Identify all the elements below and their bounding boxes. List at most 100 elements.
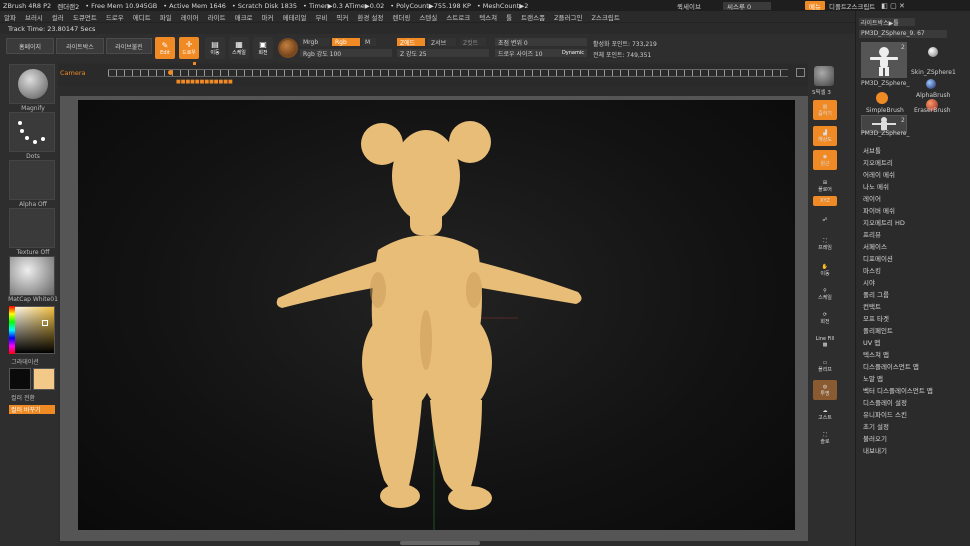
zcut-button[interactable]: Z컷트 — [460, 38, 486, 47]
secondary-color-swatch[interactable] — [33, 368, 55, 390]
line-fill-button[interactable]: Line Fill ▩ — [813, 332, 837, 352]
spix-sphere-icon[interactable] — [814, 66, 834, 86]
color-picker[interactable] — [9, 306, 55, 354]
palette-item-normal-map[interactable]: 노말 맵 — [863, 373, 883, 383]
swap-color-button[interactable]: 컬러 전환 — [0, 393, 52, 402]
zoom-button[interactable]: ▥ 줌하기 — [813, 100, 837, 120]
menu-item[interactable]: 렌더링 — [392, 12, 410, 22]
alpha-thumbnail[interactable] — [9, 160, 55, 200]
draw-button[interactable]: ✛ 드로우 — [179, 37, 199, 59]
brush-thumbnail[interactable] — [9, 64, 55, 104]
palette-item-polygroups[interactable]: 폴리 그룹 — [863, 289, 889, 299]
local-button[interactable]: ☍ — [813, 210, 837, 230]
palette-item-morph-target[interactable]: 모프 타겟 — [863, 313, 889, 323]
palette-item-preview[interactable]: 프리뷰 — [863, 229, 881, 239]
rotate-button[interactable]: ▣ 회전 — [253, 37, 273, 59]
menu-item[interactable]: Z플러그인 — [554, 12, 582, 22]
menu-item[interactable]: 매크로 — [235, 12, 253, 22]
timeline-key-marker[interactable] — [168, 70, 173, 75]
hue-strip[interactable] — [9, 306, 15, 354]
solo-button[interactable]: ⛶ 솔로 — [813, 428, 837, 448]
material-sphere-icon[interactable] — [278, 38, 298, 58]
rgb-intensity-slider[interactable]: Rgb 강도 100 — [300, 49, 392, 58]
palette-item-import[interactable]: 불러오기 — [863, 433, 887, 443]
texture-thumbnail[interactable] — [9, 208, 55, 248]
primary-color-swatch[interactable] — [9, 368, 31, 390]
menu-item[interactable]: 툴 — [506, 12, 512, 22]
material-thumbnail[interactable] — [9, 256, 55, 296]
fill-color-button[interactable]: 컬러 바꾸기 — [9, 405, 55, 414]
ghost-button[interactable]: ☁ 고스트 — [813, 404, 837, 424]
tool-name-slider[interactable]: PM3D_ZSphere_9. 67 — [859, 30, 947, 38]
menu-toggle-button[interactable]: 메뉴 — [805, 1, 825, 11]
menu-item[interactable]: 무비 — [315, 12, 327, 22]
palette-item-displacement-map[interactable]: 디스플레이스먼트 맵 — [863, 361, 919, 371]
rotate-view-button[interactable]: ⟳ 회전 — [813, 308, 837, 328]
menu-item[interactable]: 컬러 — [52, 12, 64, 22]
home-page-button[interactable]: 홈페이지 — [6, 38, 54, 54]
palette-item-array-mesh[interactable]: 어레이 메쉬 — [863, 169, 895, 179]
palette-item-initialize[interactable]: 초기 설정 — [863, 421, 889, 431]
menu-item[interactable]: 레이어 — [181, 12, 199, 22]
mrgb-button[interactable]: Mrgb — [300, 38, 330, 46]
palette-item-display-properties[interactable]: 디스플레이 설정 — [863, 397, 907, 407]
menu-item[interactable]: 파일 — [160, 12, 172, 22]
focal-shift-slider[interactable]: 초점 변위 0 — [495, 38, 587, 47]
timeline-track[interactable] — [108, 69, 788, 77]
canvas-viewport[interactable] — [78, 100, 795, 530]
menu-item[interactable]: 마커 — [262, 12, 274, 22]
scale-view-button[interactable]: ⚲ 스케일 — [813, 284, 837, 304]
rgb-button[interactable]: Rgb — [332, 38, 360, 46]
palette-item-visibility[interactable]: 시야 — [863, 277, 875, 287]
palette-item-surface[interactable]: 서페이스 — [863, 241, 887, 251]
timeline-end-box[interactable] — [796, 68, 805, 77]
palette-item-polypaint[interactable]: 폴리페인트 — [863, 325, 893, 335]
see-through-slider[interactable]: 씨스루 0 — [723, 1, 771, 11]
palette-item-contact[interactable]: 컨택트 — [863, 301, 881, 311]
menu-item[interactable]: 도큐먼트 — [73, 12, 97, 22]
zsphere-icon[interactable] — [928, 47, 938, 57]
lightbox-button[interactable]: 라이트박스 — [56, 38, 104, 54]
palette-item-uv-map[interactable]: UV 맵 — [863, 337, 880, 347]
palette-item-deformation[interactable]: 디포메이션 — [863, 253, 893, 263]
default-zscript-button[interactable]: 디폴트Z스크립트 — [829, 1, 875, 11]
menu-item[interactable]: 스트로크 — [446, 12, 470, 22]
transparent-button[interactable]: ◍ 투명 — [813, 380, 837, 400]
palette-item-vector-displacement-map[interactable]: 벡터 디스플레이스먼트 맵 — [863, 385, 933, 395]
m-button[interactable]: M — [362, 38, 376, 46]
window-controls-icon[interactable]: ◧ ▢ ✕ — [881, 2, 905, 10]
palette-item-layers[interactable]: 레이어 — [863, 193, 881, 203]
frame-button[interactable]: ⛶ 프레임 — [813, 234, 837, 254]
menu-item[interactable]: 드로우 — [106, 12, 124, 22]
menu-item[interactable]: 메테리얼 — [283, 12, 307, 22]
menu-item[interactable]: 스텐실 — [419, 12, 437, 22]
menu-item[interactable]: 픽커 — [336, 12, 348, 22]
stroke-thumbnail[interactable] — [9, 112, 55, 152]
menu-item[interactable]: 텍스쳐 — [479, 12, 497, 22]
move-view-button[interactable]: ✋ 이동 — [813, 260, 837, 280]
move-button[interactable]: ▤ 이동 — [205, 37, 225, 59]
scale-button[interactable]: ▦ 스케일 — [229, 37, 249, 59]
quicksave-button[interactable]: 퀵세이브 — [677, 1, 719, 11]
palette-item-unified-skin[interactable]: 유니파이드 스킨 — [863, 409, 907, 419]
palette-item-geometry-hd[interactable]: 지오메트리 HD — [863, 217, 905, 227]
draw-size-slider[interactable]: 드로우 사이즈 10 Dynamic — [495, 49, 587, 58]
viewport-scroll-handle[interactable] — [400, 541, 480, 545]
timeline-bar[interactable]: Camera ■■■■■■■■■■■■ — [56, 62, 808, 86]
palette-item-fiber-mesh[interactable]: 파이버 메쉬 — [863, 205, 895, 215]
menu-item[interactable]: 알파 — [4, 12, 16, 22]
zsub-button[interactable]: Z서브 — [428, 38, 456, 47]
palette-header[interactable]: 라이트박스▶툴 — [859, 18, 915, 27]
palette-item-geometry[interactable]: 지오메트리 — [863, 157, 893, 167]
perspective-button[interactable]: ◉ 원근 — [813, 150, 837, 170]
palette-item-subtool[interactable]: 서브툴 — [863, 145, 881, 155]
palette-item-masking[interactable]: 마스킹 — [863, 265, 881, 275]
dynamic-toggle[interactable]: Dynamic — [562, 50, 584, 56]
timeline-key-marker[interactable] — [193, 62, 196, 65]
palette-item-nano-mesh[interactable]: 나노 메쉬 — [863, 181, 889, 191]
polyframe-button[interactable]: ▭ 폴리프 — [813, 356, 837, 376]
palette-item-texture-map[interactable]: 텍스쳐 맵 — [863, 349, 889, 359]
edit-button[interactable]: ✎ Edit — [155, 37, 175, 59]
menu-item[interactable]: 트랜스폼 — [521, 12, 545, 22]
z-intensity-slider[interactable]: Z 강도 25 — [397, 49, 489, 58]
